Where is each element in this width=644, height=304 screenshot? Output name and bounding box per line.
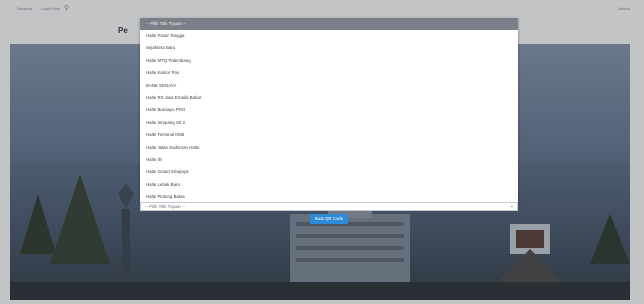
dropdown-option[interactable]: Halte MTQ Palembang: [140, 55, 518, 67]
select-value: -- Pilih Titik Tujuan --: [145, 204, 186, 209]
chevron-down-icon: ⌄: [509, 203, 514, 209]
dropdown-option[interactable]: Halte Lebak Baru: [140, 179, 518, 191]
destination-dropdown-list[interactable]: -- Pilih Titik Tujuan -- Halte Pasar Tan…: [140, 18, 518, 202]
dropdown-option[interactable]: Halte Jalan Sudirman Halte: [140, 142, 518, 154]
dropdown-option[interactable]: Halte Simpang Sit 3: [140, 117, 518, 129]
dropdown-option[interactable]: BANK SENAYA: [140, 80, 518, 92]
dropdown-option[interactable]: Halte Grand Sriwijaya: [140, 166, 518, 178]
dropdown-option[interactable]: Halte RS Jiwa Ernaldi Bahar: [140, 92, 518, 104]
dropdown-option[interactable]: Halte Terminal KM5: [140, 129, 518, 141]
dropdown-option[interactable]: Halte Kantor Pos: [140, 67, 518, 79]
dropdown-option[interactable]: Sejahtera Baru: [140, 42, 518, 54]
dropdown-option[interactable]: Halte Pasar Tangga: [140, 30, 518, 42]
dropdown-option[interactable]: Halte Bumiayu PRO: [140, 104, 518, 116]
generate-qr-code-button[interactable]: Buat QR Code: [310, 214, 348, 224]
dropdown-placeholder-option[interactable]: -- Pilih Titik Tujuan --: [140, 18, 518, 30]
dropdown-option[interactable]: Halte Ilir: [140, 154, 518, 166]
destination-select[interactable]: -- Pilih Titik Tujuan -- ⌄: [140, 202, 518, 211]
